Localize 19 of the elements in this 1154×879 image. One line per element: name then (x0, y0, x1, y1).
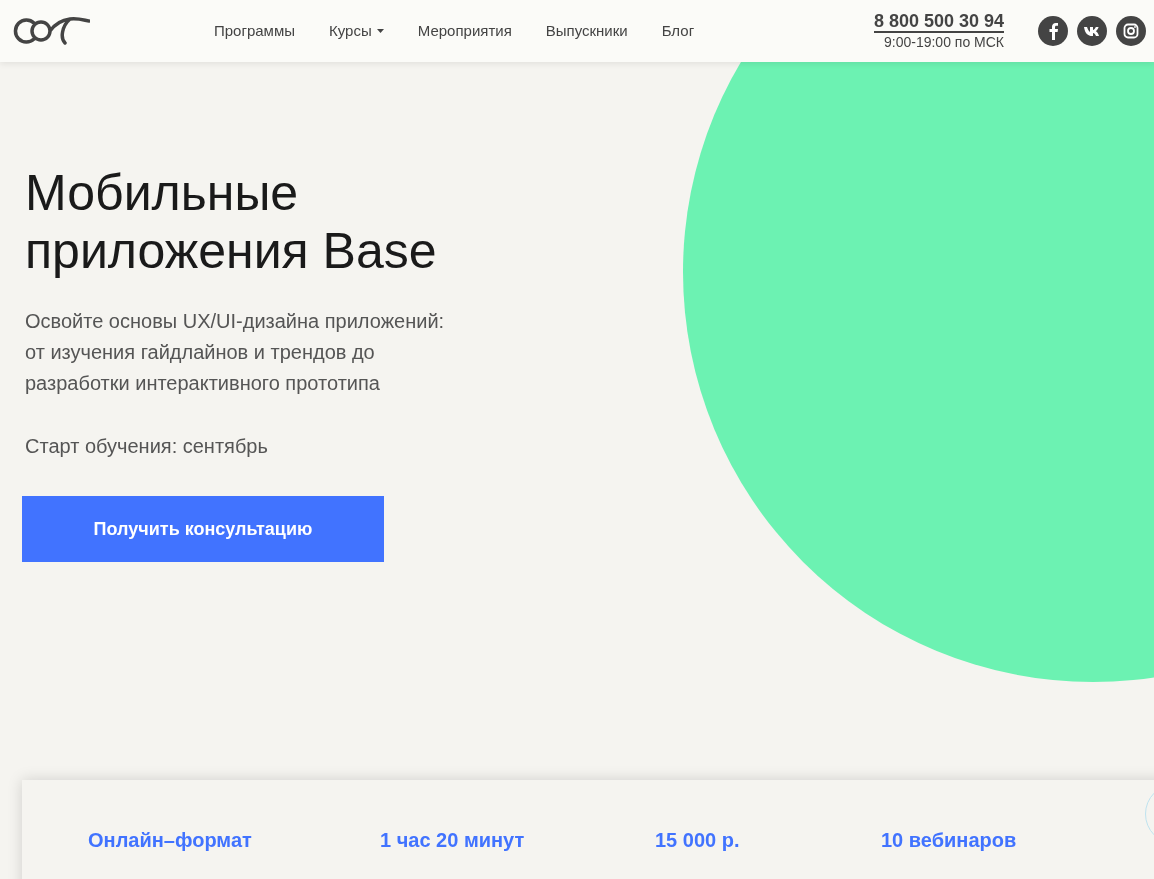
fact-text: 15 000 р. (655, 829, 740, 851)
vk-icon[interactable] (1077, 16, 1107, 46)
facebook-icon[interactable] (1038, 16, 1068, 46)
phone-link[interactable]: 8 800 500 30 94 (873, 11, 1004, 33)
fact-text: 10 вебинаров (881, 829, 1017, 851)
nav-link[interactable]: Мероприятия (417, 19, 512, 43)
hours-text: 9:00-19:00 по МСК (883, 33, 1004, 51)
nav-link[interactable]: Курсы (329, 19, 384, 43)
nav-link[interactable]: Выпускники (545, 19, 628, 43)
fact-text: Онлайн–формат (88, 829, 252, 851)
caret-icon (376, 29, 384, 33)
hero-title: Мобильные приложения Base (25, 164, 438, 280)
fact-text: 1 час 20 минут (380, 829, 525, 851)
nav-link[interactable]: Программы (214, 19, 296, 43)
instagram-icon[interactable] (1116, 16, 1146, 46)
hero-description: Освойте основы UX/UI-дизайна приложений: от изучения гайдлайнов и трендов до разработки интерактивного прототипа (25, 309, 446, 396)
consultation-button[interactable]: Получить консультацию (22, 496, 384, 562)
start-date-text: Старт обучения: сентябрь (25, 434, 269, 459)
nav-link[interactable]: Блог (661, 19, 695, 43)
